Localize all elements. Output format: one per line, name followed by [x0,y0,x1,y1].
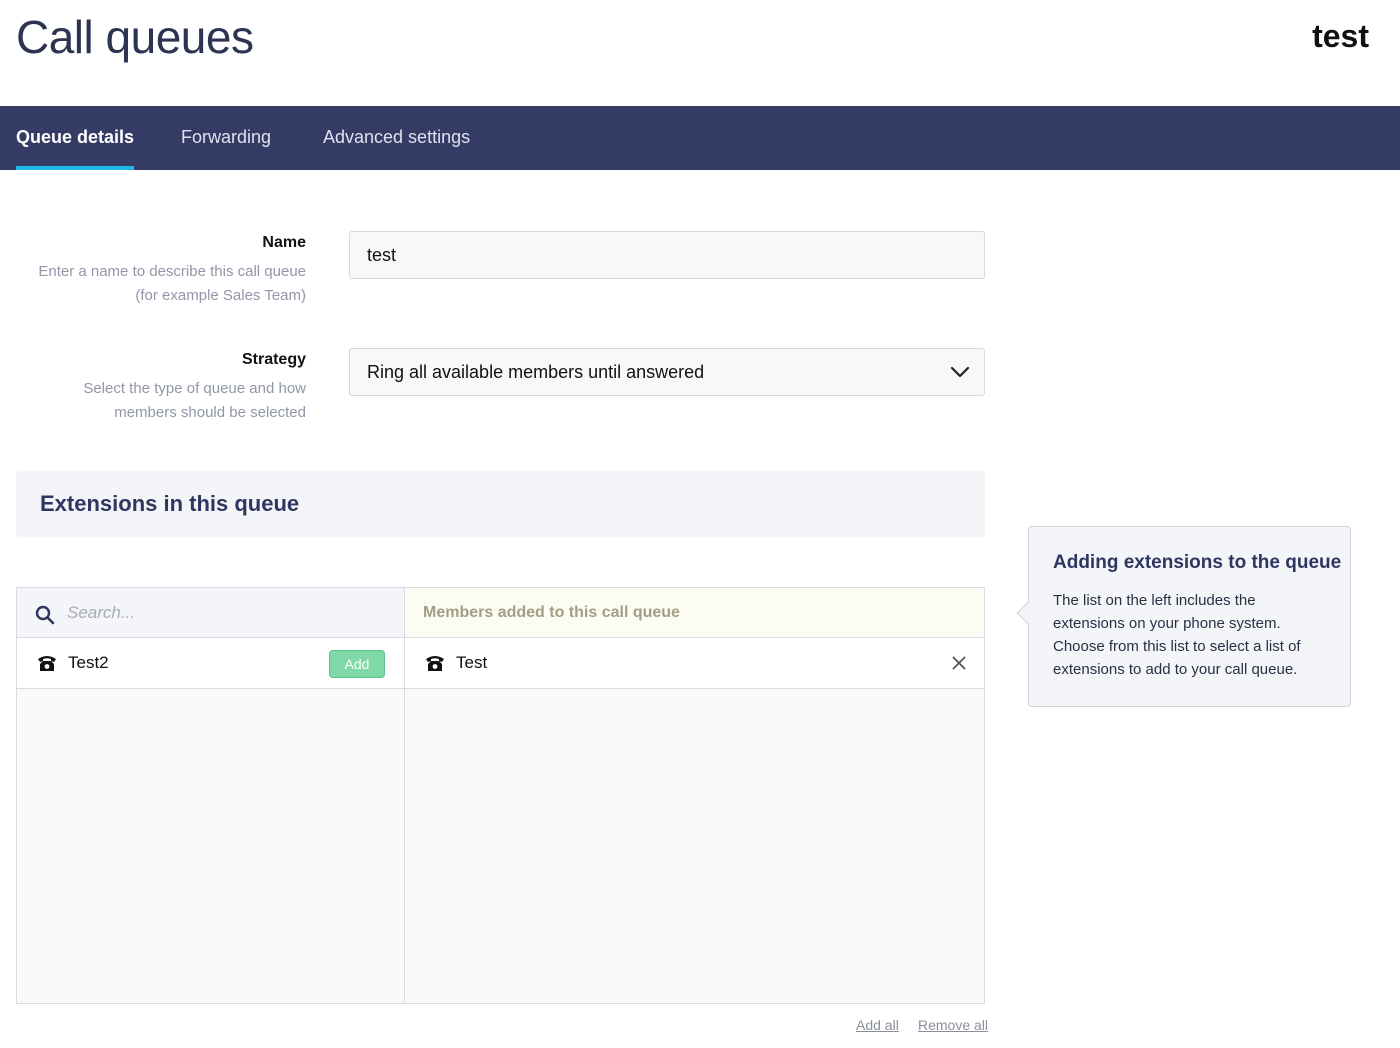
strategy-hint-line1: Select the type of queue and how [83,380,306,397]
help-title: Adding extensions to the queue [1053,552,1342,573]
phone-icon [38,656,56,671]
members-header-bar: Members added to this call queue [405,588,984,638]
queue-members-column: Members added to this call queue Test [405,588,984,1003]
available-extension-name: Test2 [68,653,109,672]
strategy-label: Strategy [241,351,306,368]
chevron-down-icon [950,366,970,378]
name-label: Name [262,234,306,251]
member-row: Test [405,638,984,689]
remove-all-link[interactable]: Remove all [918,1017,988,1033]
strategy-select[interactable]: Ring all available members until answere… [349,348,985,396]
tab-advanced-settings[interactable]: Advanced settings [323,106,470,170]
name-hint-line1: Enter a name to describe this call queue [38,263,306,280]
tab-forwarding[interactable]: Forwarding [181,106,271,170]
search-input[interactable]: Search... [67,603,135,623]
tab-bar: Queue details Forwarding Advanced settin… [0,106,1400,170]
page-title: Call queues [16,11,254,63]
add-all-link[interactable]: Add all [856,1017,899,1033]
account-name: test [1312,18,1369,54]
strategy-select-value: Ring all available members until answere… [367,362,705,382]
extensions-section-header: Extensions in this queue [16,471,985,537]
help-panel-pointer [1016,601,1040,625]
name-input[interactable]: test [349,231,985,279]
search-icon [35,605,55,625]
member-name: Test [456,653,488,672]
available-extensions-column: Search... Test2 Add [17,588,405,1003]
phone-icon [426,656,444,671]
available-extension-row: Test2 Add [17,638,404,689]
members-header: Members added to this call queue [423,604,680,621]
extensions-section-title: Extensions in this queue [40,491,300,516]
extension-search-bar[interactable]: Search... [17,588,404,638]
name-field-label-group: Name Enter a name to describe this call … [36,234,306,308]
add-extension-button[interactable]: Add [329,650,385,678]
help-panel: Adding extensions to the queue The list … [1016,526,1351,707]
strategy-hint-line2: members should be selected [114,404,306,421]
name-hint-line2: (for example Sales Team) [135,287,306,304]
name-input-value: test [367,245,397,265]
help-body: The list on the left includes the extens… [1053,592,1301,678]
tab-queue-details[interactable]: Queue details [16,106,135,170]
remove-member-close-icon[interactable] [952,656,966,670]
extension-picker: Search... Test2 Add Members added to thi… [16,587,985,1004]
strategy-field-label-group: Strategy Select the type of queue and ho… [36,351,306,425]
